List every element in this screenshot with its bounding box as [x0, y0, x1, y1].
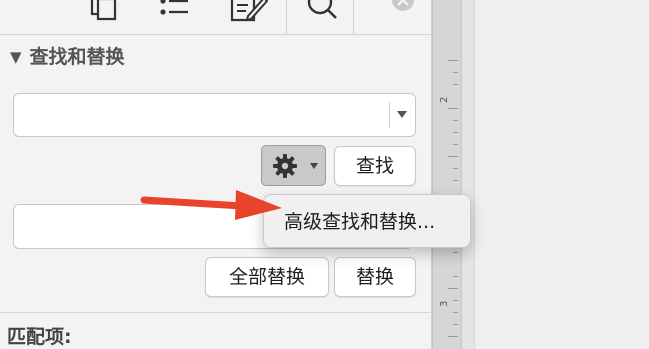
edit-icon[interactable]	[228, 0, 268, 24]
ruler-tick	[453, 144, 458, 145]
find-replace-sidebar: ▼ 查找和替换 查找 全部替换 替换 匹配项:	[0, 0, 432, 349]
ruler-label: 2	[439, 96, 450, 103]
ruler-tick	[453, 168, 458, 169]
ruler-tick	[453, 312, 458, 313]
ruler-tick	[453, 72, 458, 73]
section-title: 查找和替换	[29, 46, 125, 68]
ruler-tick	[448, 108, 458, 109]
search-icon	[307, 0, 337, 19]
section-header[interactable]: ▼ 查找和替换	[10, 42, 125, 69]
vertical-ruler: 2 3	[432, 0, 462, 349]
chevron-down-icon	[310, 163, 318, 169]
options-gear-button[interactable]	[261, 145, 326, 186]
ruler-tick	[453, 84, 458, 85]
ruler-tick	[453, 276, 458, 277]
replace-button[interactable]: 替换	[334, 257, 416, 297]
list-icon[interactable]	[158, 0, 190, 24]
ruler-tick	[453, 300, 458, 301]
find-input[interactable]	[13, 93, 416, 137]
section-divider	[0, 312, 432, 313]
ruler-tick	[448, 336, 458, 337]
ruler-tick	[448, 156, 458, 157]
ruler-tick	[453, 132, 458, 133]
ruler-label: 3	[439, 300, 450, 307]
tab-search[interactable]	[286, 0, 354, 34]
gear-icon	[273, 154, 297, 178]
ruler-tick	[448, 60, 458, 61]
copy-icon[interactable]	[88, 0, 120, 24]
disclosure-triangle-icon[interactable]: ▼	[10, 48, 22, 66]
annotation-arrow-icon	[140, 190, 282, 220]
ruler-tick	[453, 252, 458, 253]
document-page[interactable]	[474, 0, 649, 349]
sidebar-tab-bar	[0, 0, 432, 34]
matches-label: 匹配项:	[7, 326, 72, 348]
close-icon[interactable]	[388, 0, 420, 24]
ruler-tick	[453, 120, 458, 121]
ruler-tick	[453, 180, 458, 181]
ruler-tick	[453, 324, 458, 325]
replace-all-button[interactable]: 全部替换	[205, 257, 329, 297]
find-button[interactable]: 查找	[334, 146, 416, 186]
tab-divider	[0, 34, 432, 35]
gear-popup-menu: 高级查找和替换...	[263, 194, 471, 248]
document-gutter	[462, 0, 474, 349]
menu-item-advanced-find-replace[interactable]: 高级查找和替换...	[284, 207, 435, 234]
ruler-tick	[448, 288, 458, 289]
